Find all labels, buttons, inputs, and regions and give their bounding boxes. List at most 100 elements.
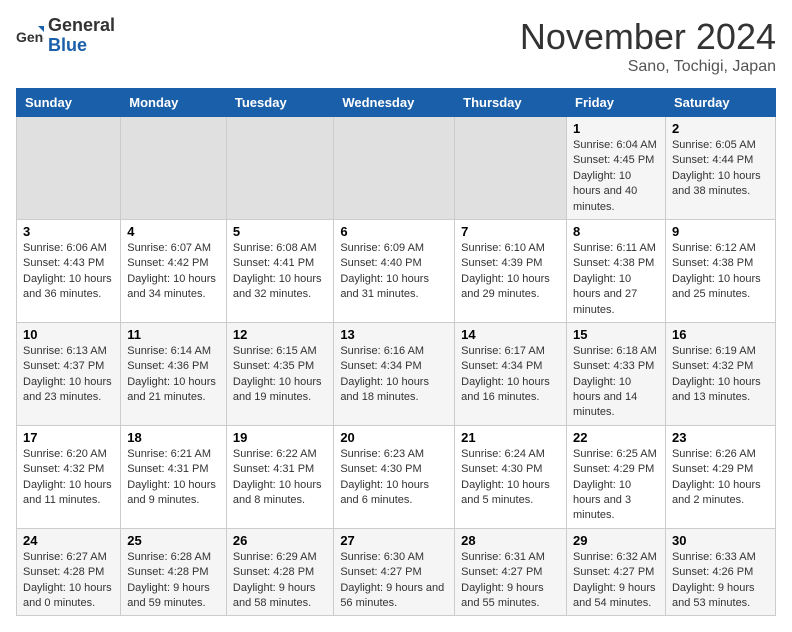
- day-info: Sunrise: 6:15 AM Sunset: 4:35 PM Dayligh…: [233, 344, 327, 406]
- logo-icon: General: [16, 22, 44, 50]
- weekday-header-row: SundayMondayTuesdayWednesdayThursdayFrid…: [17, 89, 776, 117]
- day-number: 16: [672, 327, 769, 342]
- calendar-cell: 7 Sunrise: 6:10 AM Sunset: 4:39 PM Daylig…: [455, 219, 567, 322]
- calendar-cell: [17, 117, 121, 220]
- calendar-cell: [226, 117, 333, 220]
- day-info: Sunrise: 6:09 AM Sunset: 4:40 PM Dayligh…: [340, 241, 448, 303]
- calendar-week-row: 10 Sunrise: 6:13 AM Sunset: 4:37 PM Dayli…: [17, 322, 776, 425]
- calendar-cell: 22 Sunrise: 6:25 AM Sunset: 4:29 PM Dayli…: [567, 425, 666, 528]
- day-info: Sunrise: 6:11 AM Sunset: 4:38 PM Dayligh…: [573, 241, 659, 318]
- calendar-cell: 11 Sunrise: 6:14 AM Sunset: 4:36 PM Dayli…: [121, 322, 227, 425]
- day-info: Sunrise: 6:20 AM Sunset: 4:32 PM Dayligh…: [23, 447, 114, 509]
- day-number: 27: [340, 533, 448, 548]
- calendar-cell: 8 Sunrise: 6:11 AM Sunset: 4:38 PM Daylig…: [567, 219, 666, 322]
- day-info: Sunrise: 6:29 AM Sunset: 4:28 PM Dayligh…: [233, 550, 327, 612]
- calendar-cell: 27 Sunrise: 6:30 AM Sunset: 4:27 PM Dayli…: [334, 528, 455, 616]
- title-block: November 2024 Sano, Tochigi, Japan: [520, 16, 776, 76]
- calendar-week-row: 17 Sunrise: 6:20 AM Sunset: 4:32 PM Dayli…: [17, 425, 776, 528]
- day-number: 26: [233, 533, 327, 548]
- day-number: 29: [573, 533, 659, 548]
- logo-blue: Blue: [48, 36, 115, 56]
- month-title: November 2024: [520, 16, 776, 58]
- day-info: Sunrise: 6:10 AM Sunset: 4:39 PM Dayligh…: [461, 241, 560, 303]
- day-number: 17: [23, 430, 114, 445]
- calendar-cell: 17 Sunrise: 6:20 AM Sunset: 4:32 PM Dayli…: [17, 425, 121, 528]
- day-number: 4: [127, 224, 220, 239]
- calendar-cell: 26 Sunrise: 6:29 AM Sunset: 4:28 PM Dayli…: [226, 528, 333, 616]
- svg-text:General: General: [16, 29, 44, 45]
- weekday-header-saturday: Saturday: [665, 89, 775, 117]
- day-number: 13: [340, 327, 448, 342]
- day-number: 14: [461, 327, 560, 342]
- day-info: Sunrise: 6:33 AM Sunset: 4:26 PM Dayligh…: [672, 550, 769, 612]
- day-number: 2: [672, 121, 769, 136]
- day-number: 12: [233, 327, 327, 342]
- day-number: 22: [573, 430, 659, 445]
- calendar-week-row: 1Sunrise: 6:04 AM Sunset: 4:45 PM Daylig…: [17, 117, 776, 220]
- calendar-cell: 15 Sunrise: 6:18 AM Sunset: 4:33 PM Dayli…: [567, 322, 666, 425]
- calendar-cell: 14 Sunrise: 6:17 AM Sunset: 4:34 PM Dayli…: [455, 322, 567, 425]
- day-info: Sunrise: 6:07 AM Sunset: 4:42 PM Dayligh…: [127, 241, 220, 303]
- calendar-cell: 12 Sunrise: 6:15 AM Sunset: 4:35 PM Dayli…: [226, 322, 333, 425]
- day-number: 5: [233, 224, 327, 239]
- day-number: 7: [461, 224, 560, 239]
- calendar-cell: 4 Sunrise: 6:07 AM Sunset: 4:42 PM Daylig…: [121, 219, 227, 322]
- calendar-cell: 5 Sunrise: 6:08 AM Sunset: 4:41 PM Daylig…: [226, 219, 333, 322]
- logo: General General Blue: [16, 16, 115, 56]
- day-info: Sunrise: 6:26 AM Sunset: 4:29 PM Dayligh…: [672, 447, 769, 509]
- calendar-cell: 13 Sunrise: 6:16 AM Sunset: 4:34 PM Dayli…: [334, 322, 455, 425]
- calendar-cell: 3 Sunrise: 6:06 AM Sunset: 4:43 PM Daylig…: [17, 219, 121, 322]
- weekday-header-thursday: Thursday: [455, 89, 567, 117]
- day-info: Sunrise: 6:16 AM Sunset: 4:34 PM Dayligh…: [340, 344, 448, 406]
- calendar-cell: 2 Sunrise: 6:05 AM Sunset: 4:44 PM Daylig…: [665, 117, 775, 220]
- weekday-header-monday: Monday: [121, 89, 227, 117]
- day-info: Sunrise: 6:30 AM Sunset: 4:27 PM Dayligh…: [340, 550, 448, 612]
- day-info: Sunrise: 6:08 AM Sunset: 4:41 PM Dayligh…: [233, 241, 327, 303]
- day-number: 15: [573, 327, 659, 342]
- weekday-header-tuesday: Tuesday: [226, 89, 333, 117]
- calendar-week-row: 3 Sunrise: 6:06 AM Sunset: 4:43 PM Daylig…: [17, 219, 776, 322]
- day-info: Sunrise: 6:28 AM Sunset: 4:28 PM Dayligh…: [127, 550, 220, 612]
- day-info: Sunrise: 6:18 AM Sunset: 4:33 PM Dayligh…: [573, 344, 659, 421]
- day-number: 8: [573, 224, 659, 239]
- calendar-cell: 9Sunrise: 6:12 AM Sunset: 4:38 PM Daylig…: [665, 219, 775, 322]
- day-info: Sunrise: 6:22 AM Sunset: 4:31 PM Dayligh…: [233, 447, 327, 509]
- weekday-header-sunday: Sunday: [17, 89, 121, 117]
- day-number: 30: [672, 533, 769, 548]
- location: Sano, Tochigi, Japan: [520, 58, 776, 76]
- calendar-cell: 28 Sunrise: 6:31 AM Sunset: 4:27 PM Dayli…: [455, 528, 567, 616]
- day-number: 18: [127, 430, 220, 445]
- calendar-cell: 25 Sunrise: 6:28 AM Sunset: 4:28 PM Dayli…: [121, 528, 227, 616]
- day-info: Sunrise: 6:25 AM Sunset: 4:29 PM Dayligh…: [573, 447, 659, 524]
- day-number: 28: [461, 533, 560, 548]
- day-info: Sunrise: 6:32 AM Sunset: 4:27 PM Dayligh…: [573, 550, 659, 612]
- day-info: Sunrise: 6:06 AM Sunset: 4:43 PM Dayligh…: [23, 241, 114, 303]
- calendar-cell: 19 Sunrise: 6:22 AM Sunset: 4:31 PM Dayli…: [226, 425, 333, 528]
- calendar-cell: [455, 117, 567, 220]
- day-info: Sunrise: 6:31 AM Sunset: 4:27 PM Dayligh…: [461, 550, 560, 612]
- day-number: 1: [573, 121, 659, 136]
- day-number: 3: [23, 224, 114, 239]
- calendar-cell: 20Sunrise: 6:23 AM Sunset: 4:30 PM Dayli…: [334, 425, 455, 528]
- calendar-cell: [121, 117, 227, 220]
- day-number: 11: [127, 327, 220, 342]
- day-info: Sunrise: 6:24 AM Sunset: 4:30 PM Dayligh…: [461, 447, 560, 509]
- day-info: Sunrise: 6:05 AM Sunset: 4:44 PM Dayligh…: [672, 138, 769, 200]
- calendar-cell: 10 Sunrise: 6:13 AM Sunset: 4:37 PM Dayli…: [17, 322, 121, 425]
- day-number: 19: [233, 430, 327, 445]
- weekday-header-wednesday: Wednesday: [334, 89, 455, 117]
- calendar-cell: [334, 117, 455, 220]
- day-info: Sunrise: 6:17 AM Sunset: 4:34 PM Dayligh…: [461, 344, 560, 406]
- day-number: 10: [23, 327, 114, 342]
- day-info: Sunrise: 6:14 AM Sunset: 4:36 PM Dayligh…: [127, 344, 220, 406]
- day-number: 25: [127, 533, 220, 548]
- day-number: 21: [461, 430, 560, 445]
- day-info: Sunrise: 6:23 AM Sunset: 4:30 PM Dayligh…: [340, 447, 448, 509]
- calendar-cell: 30 Sunrise: 6:33 AM Sunset: 4:26 PM Dayli…: [665, 528, 775, 616]
- calendar-week-row: 24Sunrise: 6:27 AM Sunset: 4:28 PM Dayli…: [17, 528, 776, 616]
- calendar-cell: 1Sunrise: 6:04 AM Sunset: 4:45 PM Daylig…: [567, 117, 666, 220]
- calendar-cell: 23Sunrise: 6:26 AM Sunset: 4:29 PM Dayli…: [665, 425, 775, 528]
- day-info: Sunrise: 6:13 AM Sunset: 4:37 PM Dayligh…: [23, 344, 114, 406]
- calendar-cell: 29 Sunrise: 6:32 AM Sunset: 4:27 PM Dayli…: [567, 528, 666, 616]
- logo-general: General: [48, 16, 115, 36]
